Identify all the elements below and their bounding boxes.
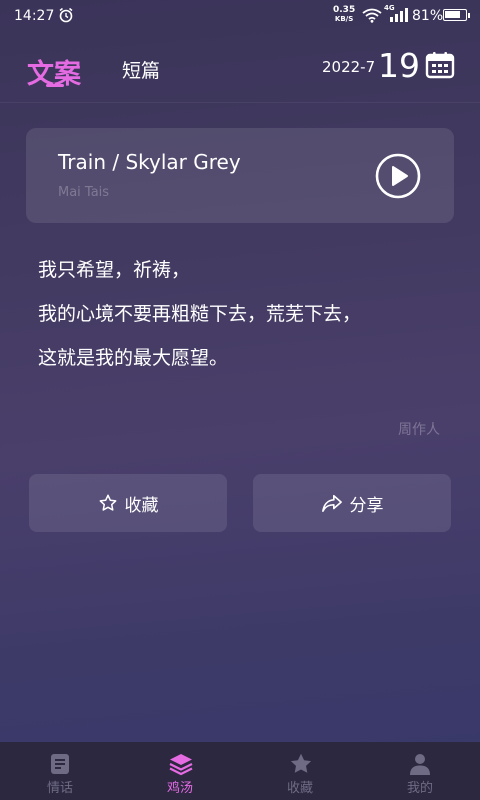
play-icon bbox=[375, 153, 421, 199]
quote-line: 我的心境不要再粗糙下去，荒芜下去， bbox=[38, 303, 362, 325]
favorite-label: 收藏 bbox=[124, 495, 159, 516]
wifi-icon bbox=[362, 8, 382, 27]
date-day: 19 bbox=[378, 46, 420, 85]
status-bar: 14:27 0.35 KB/S 4G 81% bbox=[0, 0, 480, 32]
song-artist: Mai Tais bbox=[58, 185, 110, 200]
tab-short-pieces[interactable]: 短篇 bbox=[122, 56, 160, 83]
header: 文案 短篇 2022-7 19 bbox=[0, 40, 480, 100]
net-speed: 0.35 KB/S bbox=[333, 6, 355, 24]
nav-item-profile[interactable]: 我的 bbox=[360, 742, 480, 800]
battery-fill bbox=[445, 11, 460, 18]
nav-label: 鸡汤 bbox=[166, 781, 193, 796]
star-outline-icon bbox=[99, 494, 116, 511]
battery-icon bbox=[443, 9, 470, 21]
status-time: 14:27 bbox=[14, 8, 55, 24]
bottom-nav: 情话 鸡汤 收藏 我的 bbox=[0, 742, 480, 800]
header-divider bbox=[0, 102, 480, 103]
signal-icon: 4G bbox=[384, 4, 408, 27]
quote-author: 周作人 bbox=[398, 422, 440, 438]
nav-item-love-words[interactable]: 情话 bbox=[0, 742, 120, 800]
layers-icon bbox=[168, 752, 193, 776]
favorite-button[interactable]: 收藏 bbox=[29, 474, 227, 532]
active-tab-indicator bbox=[46, 84, 64, 87]
calendar-icon[interactable] bbox=[425, 51, 455, 83]
net-speed-value: 0.35 bbox=[333, 5, 356, 15]
nav-item-chicken-soup[interactable]: 鸡汤 bbox=[120, 742, 240, 800]
nav-label: 情话 bbox=[46, 781, 73, 796]
nav-item-favorites[interactable]: 收藏 bbox=[240, 742, 360, 800]
share-label: 分享 bbox=[349, 495, 384, 516]
date-year-month: 2022-7 bbox=[322, 58, 376, 76]
net-speed-unit: KB/S bbox=[334, 15, 354, 23]
share-icon bbox=[321, 494, 342, 512]
song-title: Train / Skylar Grey bbox=[58, 150, 241, 174]
nav-label: 我的 bbox=[406, 781, 433, 796]
nav-label: 收藏 bbox=[286, 781, 313, 796]
song-card[interactable]: Train / Skylar Grey Mai Tais bbox=[26, 128, 454, 223]
book-icon bbox=[48, 752, 72, 776]
quote-line: 我只希望，祈祷， bbox=[38, 259, 191, 281]
quote-text: 我只希望，祈祷， 我的心境不要再粗糙下去，荒芜下去， 这就是我的最大愿望。 bbox=[38, 248, 458, 380]
network-type: 4G bbox=[384, 4, 395, 12]
battery-nub bbox=[468, 13, 470, 18]
star-icon bbox=[288, 752, 312, 776]
battery-percent: 81% bbox=[412, 8, 444, 24]
user-icon bbox=[408, 752, 432, 776]
share-button[interactable]: 分享 bbox=[253, 474, 451, 532]
play-button[interactable] bbox=[375, 153, 421, 199]
alarm-icon bbox=[58, 7, 74, 27]
quote-line: 这就是我的最大愿望。 bbox=[38, 347, 229, 369]
